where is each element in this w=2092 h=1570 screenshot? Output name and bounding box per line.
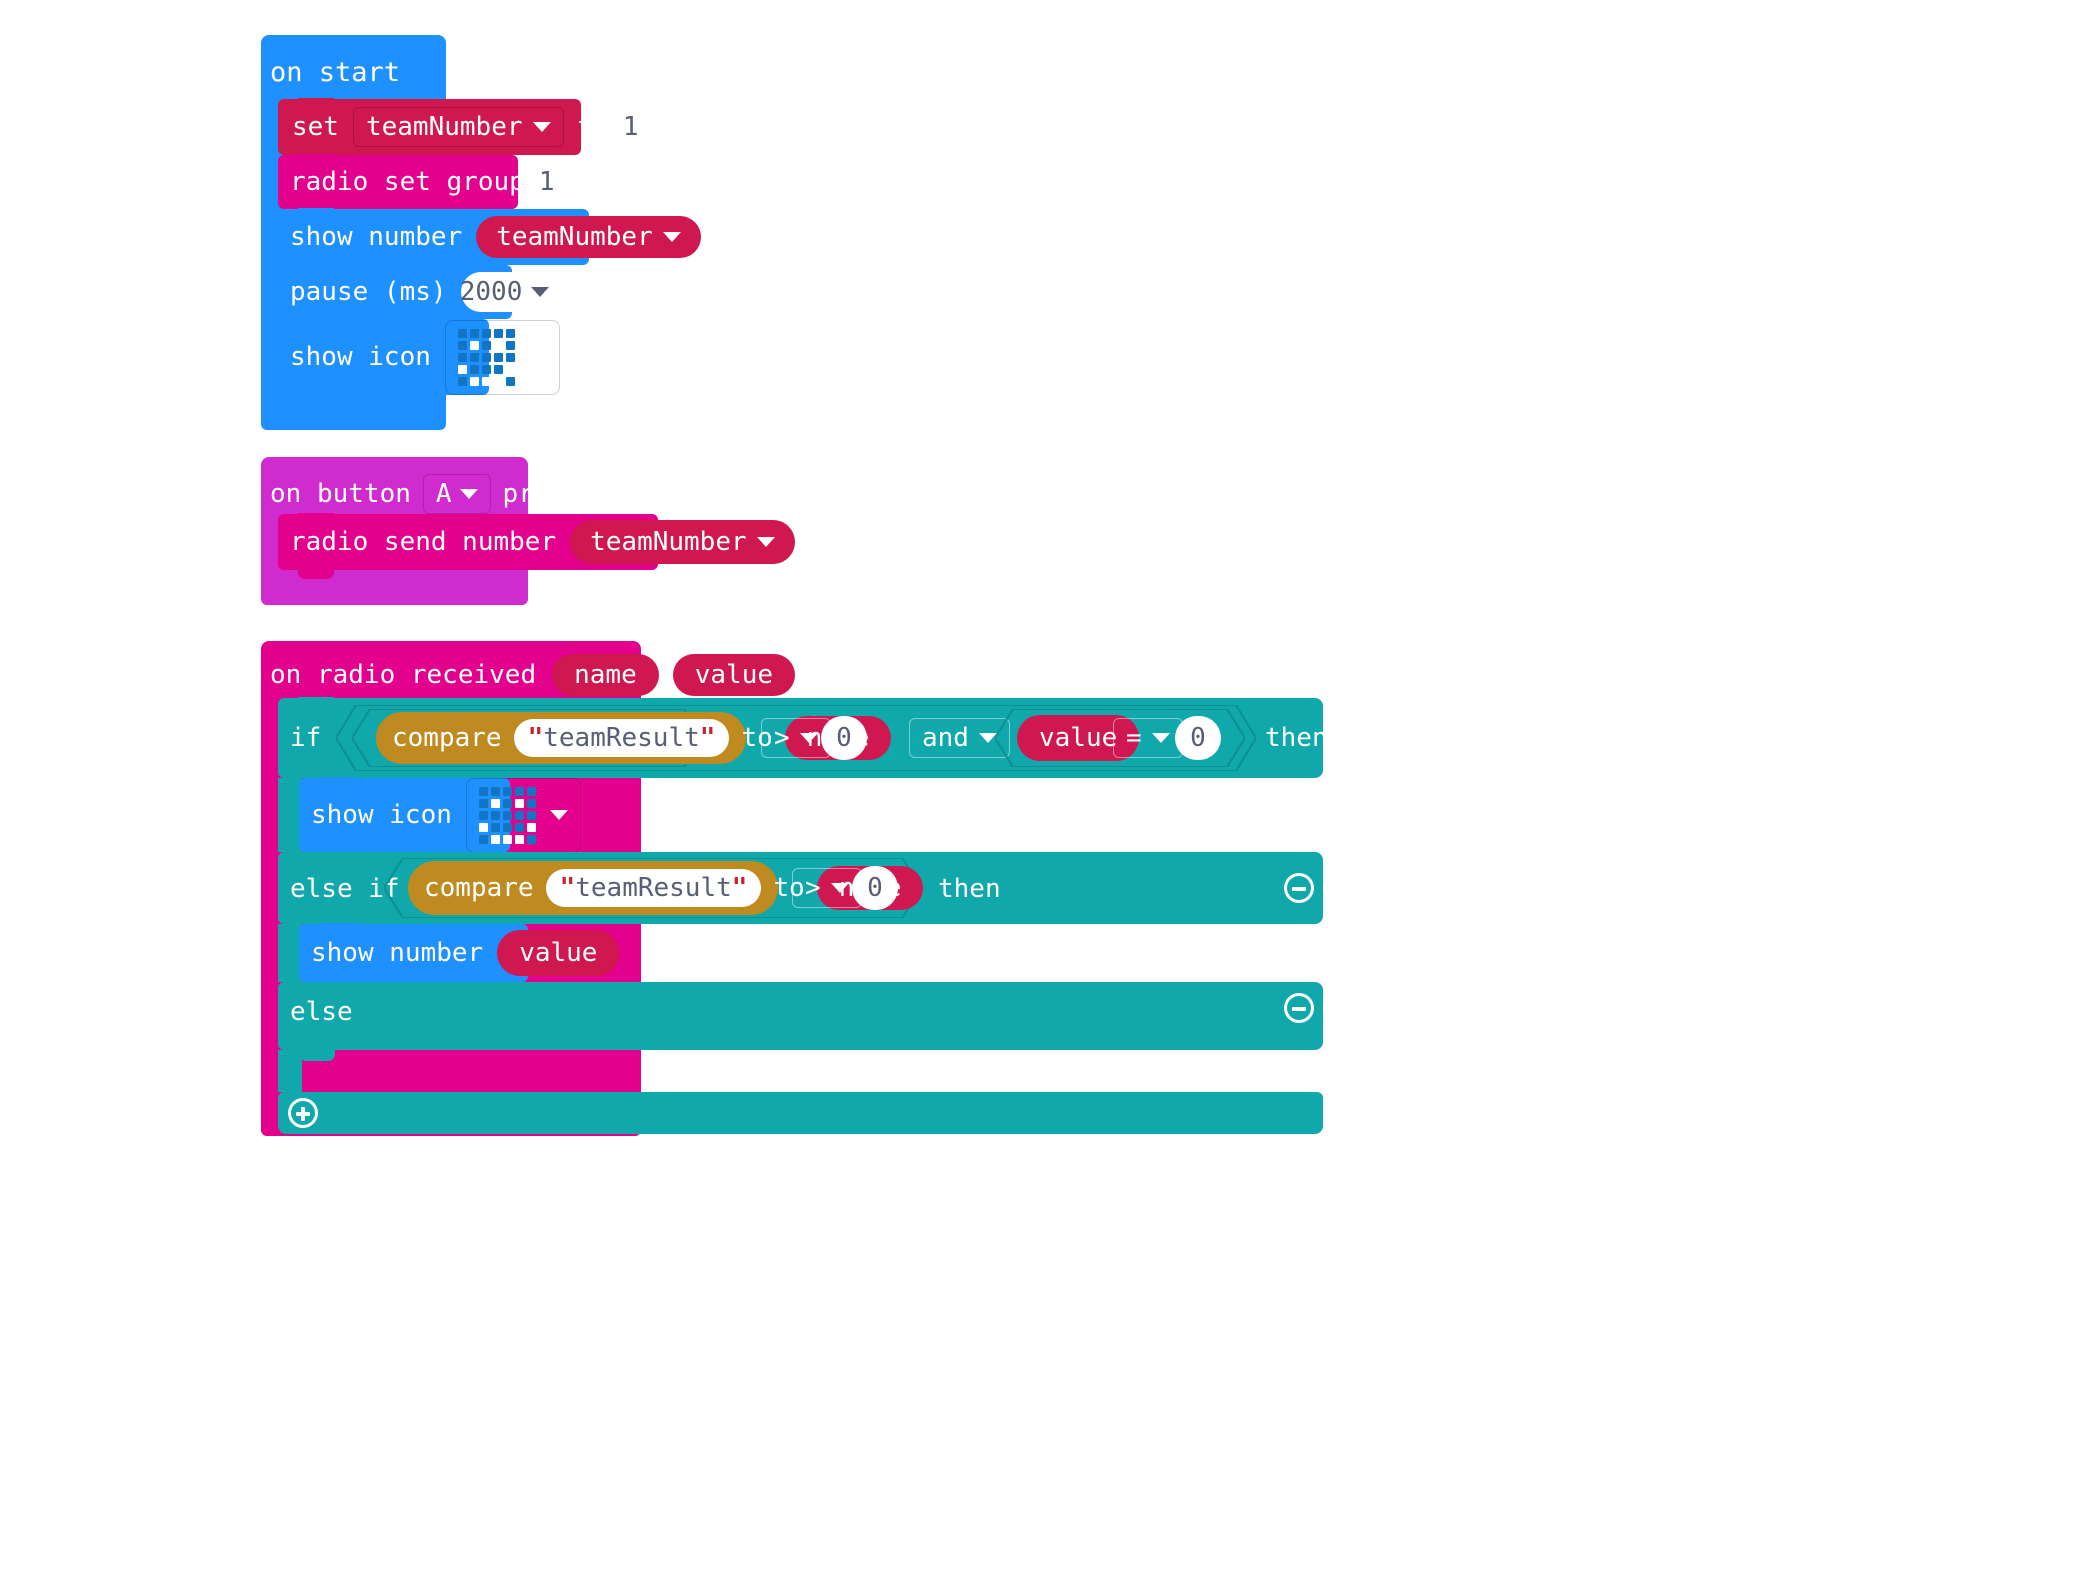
param-reporter-value[interactable]: value — [672, 654, 796, 696]
add-else-if-plus-icon[interactable] — [288, 1098, 318, 1128]
param-reporter-value-2[interactable]: value — [497, 930, 620, 976]
pause-block[interactable]: pause (ms) 2000 — [278, 264, 550, 328]
button-select-value: A — [435, 479, 452, 509]
to-keyword: to — [577, 112, 609, 142]
operator-symbol: > — [805, 873, 821, 903]
minus-bar — [1292, 887, 1306, 891]
radio-group-input[interactable]: 1 — [538, 162, 555, 202]
param-reporter-name[interactable]: name — [552, 654, 659, 696]
radio-set-group-label: radio set group — [290, 167, 525, 197]
operator-symbol: = — [1126, 723, 1142, 753]
then-keyword-2: then — [938, 874, 1001, 904]
chevron-down-icon — [799, 733, 818, 743]
minus-bar — [1292, 1007, 1306, 1011]
chevron-down-icon — [830, 883, 849, 893]
led-happy-face-icon — [457, 328, 515, 386]
show-number-label: show number — [290, 222, 463, 252]
comparison-operand-1[interactable]: 0 — [821, 716, 867, 760]
button-select-dropdown[interactable]: A — [422, 474, 491, 514]
chevron-down-icon — [532, 122, 551, 132]
else-keyword: else — [290, 997, 353, 1027]
reporter-label: value — [519, 938, 598, 968]
on-button-label: on button — [270, 479, 411, 509]
else-block-row[interactable] — [278, 982, 1323, 1050]
chevron-down-icon — [531, 287, 550, 297]
pause-value-text: 2000 — [459, 277, 523, 307]
compare-block-1[interactable]: compare "teamResult" to name — [376, 712, 892, 764]
if-block-footer[interactable] — [278, 1092, 1323, 1134]
variable-reporter-teamnumber[interactable]: teamNumber — [476, 216, 701, 258]
compare-string-text: teamResult — [543, 723, 700, 753]
then-keyword-1: then — [1265, 723, 1328, 753]
reporter-label: teamNumber — [496, 222, 653, 252]
reporter-label: value — [1039, 723, 1118, 753]
led-matrix-dropdown[interactable] — [444, 319, 560, 395]
operator-symbol: > — [774, 723, 790, 753]
reporter-label: teamNumber — [590, 527, 747, 557]
set-value-input[interactable]: 1 — [622, 107, 639, 147]
set-variable-block[interactable]: set teamNumber to 1 — [278, 98, 639, 164]
compare-block-2[interactable]: compare "teamResult" to name — [408, 861, 924, 915]
blocks-workspace[interactable]: on start set teamNumber to 1 radio set g… — [0, 0, 2092, 1570]
collapse-else-if-minus-icon[interactable] — [1284, 873, 1314, 903]
led-matrix-dropdown-2[interactable] — [465, 777, 581, 853]
param-label: value — [694, 660, 774, 690]
chevron-down-icon — [528, 352, 547, 362]
show-number-block[interactable]: show number teamNumber — [278, 208, 701, 274]
compare-string-input-2[interactable]: " teamResult " — [545, 869, 762, 907]
variable-dropdown-teamnumber[interactable]: teamNumber — [352, 107, 564, 147]
show-number-label: show number — [311, 938, 484, 968]
close-quote: " — [699, 723, 716, 753]
chevron-down-icon — [1151, 733, 1170, 743]
if-keyword: if — [290, 723, 322, 753]
if-block-notch — [298, 697, 334, 706]
radio-send-number-block[interactable]: radio send number teamNumber — [278, 513, 795, 579]
show-icon-label: show icon — [311, 800, 452, 830]
set-keyword: set — [292, 112, 339, 142]
compare-string-input-1[interactable]: " teamResult " — [513, 719, 730, 757]
comparison-operand-3[interactable]: 0 — [852, 866, 898, 910]
led-happy-face-icon — [478, 786, 536, 844]
comparison-operator-dropdown-2[interactable]: = — [1113, 718, 1183, 758]
compare-label: compare — [392, 723, 502, 753]
comparison-operand-2[interactable]: 0 — [1175, 716, 1221, 760]
plus-bar-vertical — [301, 1107, 305, 1121]
radio-send-number-label: radio send number — [290, 527, 557, 557]
show-icon-block[interactable]: show icon — [278, 318, 560, 404]
pause-value-dropdown[interactable]: 2000 — [459, 272, 550, 312]
open-quote: " — [559, 873, 576, 903]
compare-label: compare — [424, 873, 534, 903]
close-quote: " — [731, 873, 748, 903]
chevron-down-icon — [549, 810, 568, 820]
param-label: name — [574, 660, 637, 690]
chevron-down-icon — [662, 232, 681, 242]
on-button-header: on button A pressed — [270, 470, 612, 518]
join-operator-label: and — [922, 723, 969, 753]
pause-label: pause (ms) — [290, 277, 447, 307]
collapse-else-minus-icon[interactable] — [1284, 993, 1314, 1023]
compare-string-text: teamResult — [575, 873, 732, 903]
on-radio-received-header: on radio received name value — [270, 650, 796, 700]
variable-name-label: teamNumber — [365, 112, 523, 142]
show-number-value-block[interactable]: show number value — [299, 923, 620, 991]
variable-reporter-teamnumber-2[interactable]: teamNumber — [570, 520, 795, 564]
show-icon-block-2[interactable]: show icon — [299, 777, 581, 861]
chevron-down-icon — [756, 537, 775, 547]
chevron-down-icon — [459, 489, 478, 499]
pressed-label: pressed — [502, 479, 613, 509]
else-body-notch — [299, 1050, 335, 1061]
on-radio-received-label: on radio received — [270, 660, 537, 690]
on-start-label: on start — [270, 57, 401, 88]
radio-set-group-block[interactable]: radio set group 1 — [278, 154, 555, 218]
open-quote: " — [527, 723, 544, 753]
show-icon-label: show icon — [290, 342, 431, 372]
